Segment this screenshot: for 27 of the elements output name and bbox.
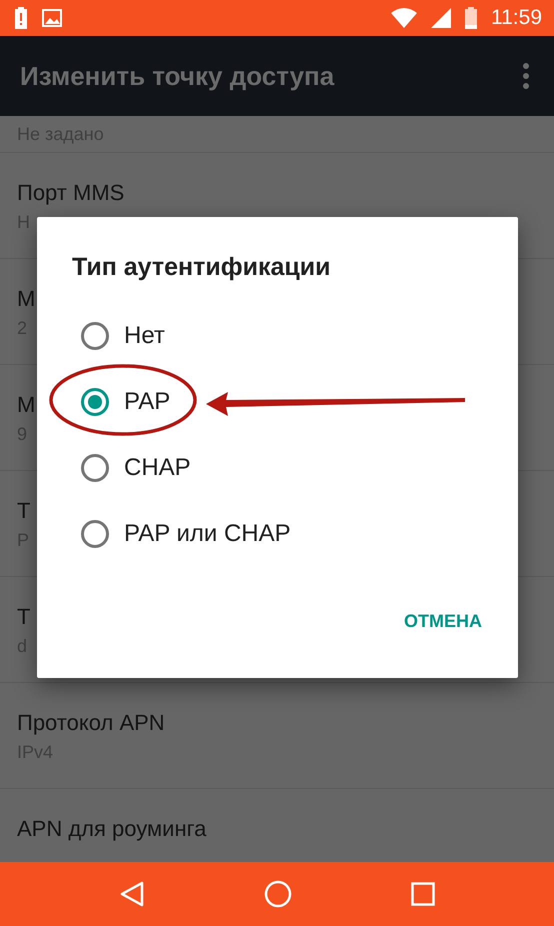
cancel-button[interactable]: ОТМЕНА: [394, 603, 492, 640]
signal-icon: [431, 8, 451, 28]
setting-title: M: [17, 285, 36, 313]
battery-icon: [465, 7, 477, 29]
radio-button[interactable]: [80, 453, 110, 483]
radio-button[interactable]: [80, 387, 110, 417]
setting-title: Порт MMS: [17, 179, 124, 207]
wifi-icon: [391, 8, 417, 28]
status-time: 11:59: [491, 6, 542, 30]
app-bar-title: Изменить точку доступа: [20, 60, 334, 92]
radio-button[interactable]: [80, 519, 110, 549]
image-icon: [42, 9, 62, 27]
setting-title: APN для роуминга: [17, 815, 206, 843]
radio-button[interactable]: [80, 321, 110, 351]
back-icon[interactable]: [119, 880, 146, 908]
option-label: Нет: [124, 322, 165, 350]
setting-title: M: [17, 391, 36, 419]
option-label: PAP: [124, 388, 170, 416]
option-label: CHAP: [124, 454, 191, 482]
setting-title: Т: [17, 497, 30, 525]
option-label: PAP или CHAP: [124, 520, 291, 548]
setting-title: Т: [17, 603, 30, 631]
recents-icon[interactable]: [410, 882, 435, 906]
more-options-icon[interactable]: [522, 62, 530, 90]
battery-alert-icon: [14, 7, 28, 29]
home-icon[interactable]: [264, 880, 292, 908]
setting-title: Протокол APN: [17, 709, 165, 737]
